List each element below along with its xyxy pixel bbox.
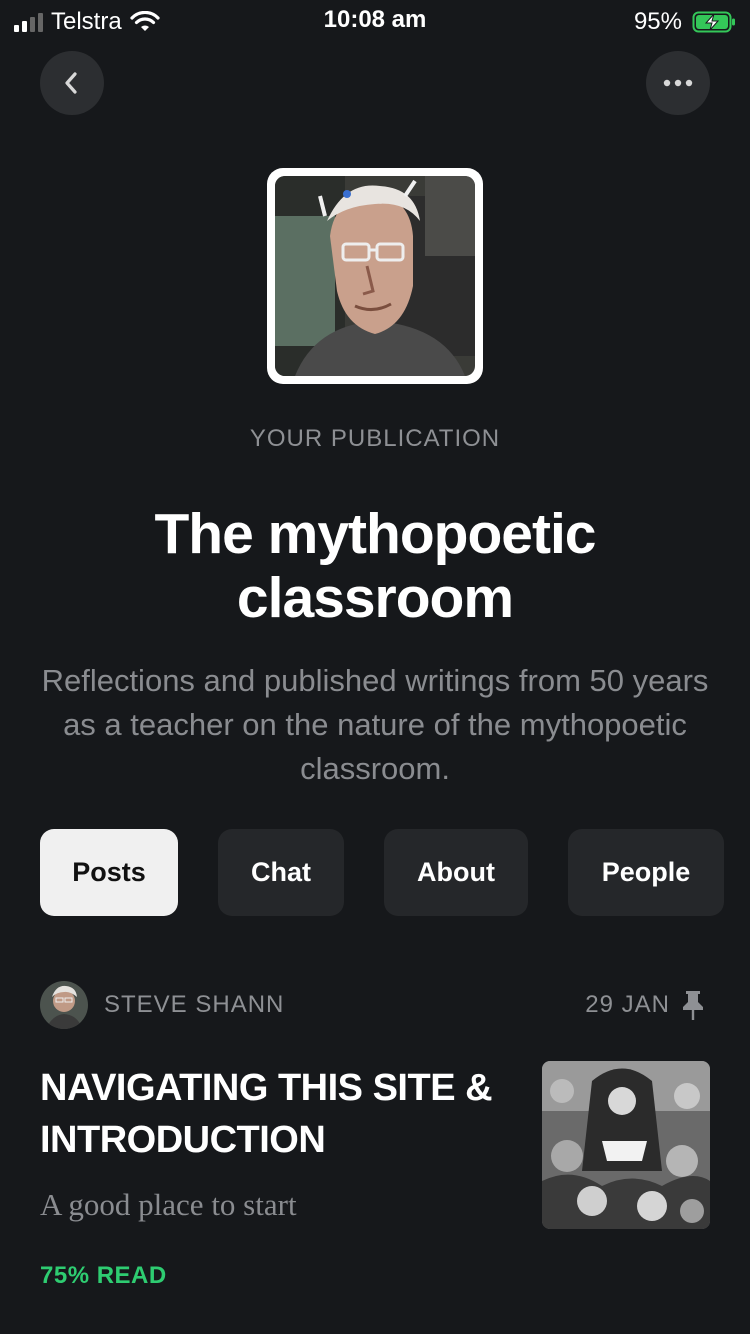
classroom-photo-image (542, 1061, 710, 1229)
post-author[interactable]: STEVE SHANN (104, 991, 284, 1019)
tab-people[interactable]: People (568, 829, 724, 916)
more-options-button[interactable] (646, 51, 710, 115)
post-subtitle: A good place to start (40, 1187, 297, 1222)
portrait-painting-image (275, 176, 475, 376)
read-progress: 75% READ (40, 1262, 167, 1289)
chevron-left-icon (65, 72, 77, 94)
battery-charging-icon (692, 11, 735, 33)
post-thumbnail[interactable] (542, 1061, 710, 1229)
battery-percent: 95% (633, 8, 682, 35)
tab-posts[interactable]: Posts (40, 829, 178, 916)
status-bar: Telstra 10:08 am 95% (0, 0, 750, 40)
publication-label: YOUR PUBLICATION (249, 425, 501, 452)
pin-icon (683, 991, 703, 1020)
post-date: 29 JAN (585, 991, 670, 1018)
publication-title: The mythopoetic classroom (154, 502, 596, 630)
status-right: 95% (634, 8, 736, 36)
post-title[interactable]: NAVIGATING THIS SITE & INTRODUCTION (40, 1062, 520, 1166)
ellipsis-icon (663, 79, 693, 87)
publication-description: Reflections and published writings from … (41, 663, 709, 786)
back-button[interactable] (40, 51, 104, 115)
author-avatar-image (40, 981, 88, 1029)
tab-about[interactable]: About (384, 829, 528, 916)
publication-avatar (267, 168, 483, 384)
tab-chat[interactable]: Chat (218, 829, 344, 916)
author-avatar[interactable] (40, 981, 88, 1029)
